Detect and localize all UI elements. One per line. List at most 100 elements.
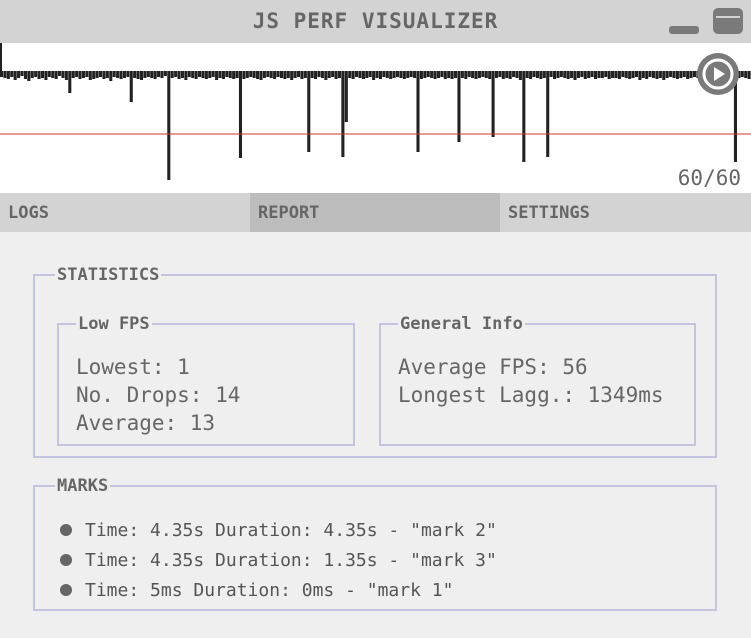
frame-bar xyxy=(488,71,492,79)
low-fps-average: Average: 13 xyxy=(76,411,216,435)
maximize-icon[interactable] xyxy=(713,8,743,34)
frame-bar xyxy=(71,71,75,78)
frame-bar xyxy=(494,71,499,78)
frame-bar xyxy=(249,71,253,77)
frame-bar xyxy=(197,71,202,77)
frame-bar xyxy=(204,71,208,79)
tab-logs[interactable]: LOGS xyxy=(0,193,250,232)
longest-lag: Longest Lagg.: 1349ms xyxy=(398,383,664,407)
low-fps-panel: Low FPS Lowest: 1 No. Drops: 14 Average:… xyxy=(57,314,355,446)
frame-bar xyxy=(682,71,686,77)
frame-bar xyxy=(416,71,420,152)
frame-bar xyxy=(129,71,133,102)
frame-bar xyxy=(317,71,321,77)
frame-bar xyxy=(61,71,65,78)
general-info-panel: General Info Average FPS: 56 Longest Lag… xyxy=(379,314,696,446)
frame-bar xyxy=(105,71,109,78)
tab-report[interactable]: REPORT xyxy=(250,193,500,232)
frame-bar xyxy=(368,71,372,77)
bullet-icon xyxy=(60,524,72,536)
frame-bar xyxy=(498,71,502,77)
frame-bar xyxy=(744,71,748,78)
play-icon xyxy=(702,58,734,90)
frame-bar xyxy=(119,71,123,79)
frame-bar xyxy=(81,71,85,78)
frame-bar xyxy=(283,71,287,79)
frame-bar xyxy=(58,71,62,76)
frame-bar xyxy=(40,71,45,78)
frame-bar xyxy=(273,71,277,79)
frame-bar xyxy=(501,71,505,79)
frame-bar xyxy=(658,71,662,78)
frame-bar xyxy=(740,71,744,77)
frame-bar xyxy=(611,71,615,78)
frame-bar xyxy=(99,71,103,77)
frame-bar xyxy=(341,71,345,157)
frame-bar xyxy=(587,71,591,78)
frame-bar xyxy=(136,71,140,79)
frame-bar xyxy=(512,71,516,77)
frame-bar xyxy=(133,71,137,78)
bullet-icon xyxy=(60,554,72,566)
frame-bar xyxy=(78,71,82,79)
frame-bar xyxy=(566,71,570,79)
frame-bar xyxy=(54,71,58,79)
marks-legend: MARKS xyxy=(57,476,109,496)
mark-item: Time: 4.35s Duration: 1.35s - "mark 3" xyxy=(60,550,497,571)
frame-bar xyxy=(484,71,488,78)
frame-bar xyxy=(102,71,106,79)
frame-bar xyxy=(194,71,198,79)
lowest-fps: Lowest: 1 xyxy=(76,355,190,379)
frame-bar xyxy=(266,71,270,77)
frame-bar xyxy=(583,71,587,79)
frame-bar xyxy=(570,71,574,78)
frame-bar xyxy=(225,71,229,77)
play-button[interactable] xyxy=(697,53,739,95)
frame-bar xyxy=(634,71,639,77)
frame-bar xyxy=(157,71,161,77)
frame-bar xyxy=(228,71,232,78)
frame-bar xyxy=(593,71,598,79)
frame-bar xyxy=(443,71,447,79)
frame-bar xyxy=(85,71,89,77)
frame-bar xyxy=(296,71,301,77)
frame-bar xyxy=(385,71,389,78)
frame-bar xyxy=(614,71,618,78)
tab-bar: LOGS REPORT SETTINGS xyxy=(0,193,751,232)
low-fps-legend: Low FPS xyxy=(78,314,150,334)
frame-bar xyxy=(242,71,246,79)
frame-bar xyxy=(474,71,478,79)
frame-bar xyxy=(539,71,543,79)
frame-bar xyxy=(269,71,273,78)
frame-bar xyxy=(211,71,215,77)
frame-bar xyxy=(146,71,150,77)
frame-bar xyxy=(361,71,365,79)
frame-bar xyxy=(327,71,331,78)
frame-bar xyxy=(675,71,679,79)
general-info-legend: General Info xyxy=(400,314,523,334)
frame-bar xyxy=(556,71,560,78)
mark-item: Time: 5ms Duration: 0ms - "mark 1" xyxy=(60,580,453,601)
frame-bar xyxy=(300,71,304,79)
frame-bar xyxy=(334,71,338,79)
frame-bar xyxy=(617,71,621,79)
frame-bar xyxy=(150,71,154,78)
frame-bar xyxy=(402,71,406,79)
frame-time-graph: 60/60 xyxy=(0,43,751,193)
minimize-icon[interactable] xyxy=(669,26,699,34)
frame-bar xyxy=(314,71,318,79)
window-title: JS PERF VISUALIZER xyxy=(252,9,499,33)
frame-bar xyxy=(440,71,444,77)
average-fps: Average FPS: 56 xyxy=(398,355,588,379)
frame-bar xyxy=(3,71,7,78)
frame-bar xyxy=(607,71,611,79)
frame-bar xyxy=(378,71,382,79)
frame-bar xyxy=(665,71,669,78)
frame-bar xyxy=(481,71,485,77)
frame-bar xyxy=(320,71,324,78)
mark-text: Time: 4.35s Duration: 4.35s - "mark 2" xyxy=(85,520,497,541)
frame-bar xyxy=(126,71,130,77)
tab-settings[interactable]: SETTINGS xyxy=(500,193,751,232)
frame-bar xyxy=(167,71,171,180)
frame-bar xyxy=(337,71,342,78)
